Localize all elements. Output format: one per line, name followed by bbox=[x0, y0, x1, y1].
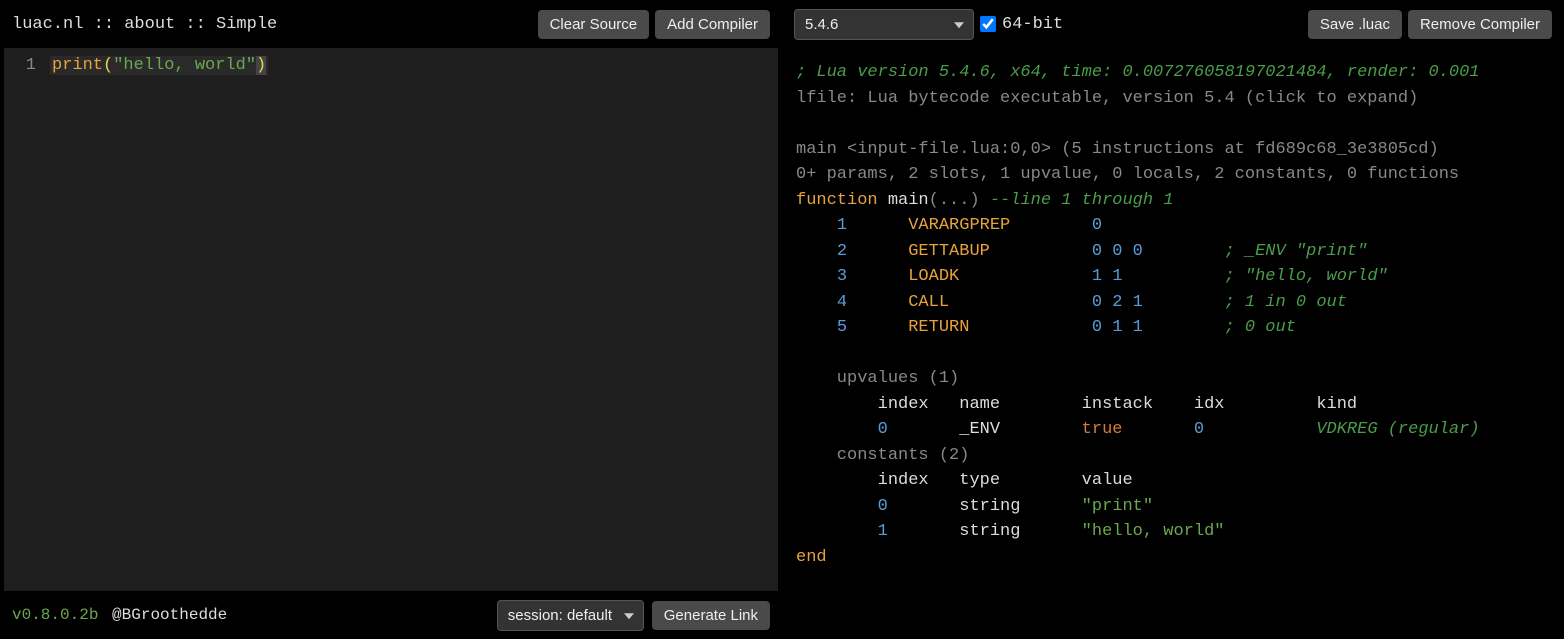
output-meta: ; Lua version 5.4.6, x64, time: 0.007276… bbox=[796, 63, 1480, 82]
version-select[interactable]: 5.4.6 bbox=[794, 9, 974, 40]
token-string: "hello, world" bbox=[113, 56, 256, 75]
upvalues-col-instack: instack bbox=[1082, 395, 1194, 414]
source-footer: v0.8.0.2b @BGroothedde session: default … bbox=[0, 591, 782, 639]
author-link[interactable]: @BGroothedde bbox=[112, 606, 227, 624]
code-editor[interactable]: 1 print("hello, world") bbox=[4, 48, 778, 591]
constant-value: "hello, world" bbox=[1082, 522, 1225, 541]
upvalue-kind: VDKREG (regular) bbox=[1316, 420, 1479, 439]
instruction-number: 5 bbox=[837, 318, 908, 337]
instruction-number: 4 bbox=[837, 293, 908, 312]
app-version: v0.8.0.2b bbox=[12, 606, 98, 624]
clear-source-button[interactable]: Clear Source bbox=[538, 10, 650, 39]
output-lfile: lfile: Lua bytecode executable, version … bbox=[796, 89, 1418, 108]
constant-index: 0 bbox=[878, 497, 960, 516]
bytecode-output[interactable]: ; Lua version 5.4.6, x64, time: 0.007276… bbox=[782, 48, 1564, 639]
instruction-comment: ; 1 in 0 out bbox=[1225, 293, 1347, 312]
remove-compiler-button[interactable]: Remove Compiler bbox=[1408, 10, 1552, 39]
add-compiler-button[interactable]: Add Compiler bbox=[655, 10, 770, 39]
output-main-header: main <input-file.lua:0,0> (5 instruction… bbox=[796, 140, 1439, 159]
instruction-op: LOADK bbox=[908, 267, 1092, 286]
output-main-params: 0+ params, 2 slots, 1 upvalue, 0 locals,… bbox=[796, 165, 1459, 184]
line-number: 1 bbox=[4, 56, 36, 75]
save-luac-button[interactable]: Save .luac bbox=[1308, 10, 1402, 39]
constants-col-type: type bbox=[959, 471, 1081, 490]
upvalue-index: 0 bbox=[878, 420, 960, 439]
constants-col-value: value bbox=[1082, 471, 1133, 490]
instruction-number: 3 bbox=[837, 267, 908, 286]
line-gutter: 1 bbox=[4, 48, 44, 591]
upvalue-name: _ENV bbox=[959, 420, 1081, 439]
token-paren-open: ( bbox=[103, 56, 113, 75]
upvalue-idx: 0 bbox=[1194, 420, 1316, 439]
code-area[interactable]: print("hello, world") bbox=[44, 48, 778, 591]
function-name: main bbox=[888, 191, 929, 210]
source-pane: luac.nl :: about :: Simple Clear Source … bbox=[0, 0, 782, 639]
breadcrumb[interactable]: luac.nl :: about :: Simple bbox=[12, 15, 277, 34]
instruction-comment: ; _ENV "print" bbox=[1225, 242, 1368, 261]
source-header: luac.nl :: about :: Simple Clear Source … bbox=[0, 0, 782, 48]
constant-index: 1 bbox=[878, 522, 960, 541]
instruction-args: 0 bbox=[1092, 216, 1225, 235]
constants-col-index: index bbox=[878, 471, 960, 490]
session-select-wrap[interactable]: session: default bbox=[497, 600, 644, 631]
arch-label: 64-bit bbox=[1002, 15, 1063, 34]
function-args: (...) bbox=[929, 191, 980, 210]
compiler-pane: 5.4.6 64-bit Save .luac Remove Compiler … bbox=[782, 0, 1564, 639]
instruction-op: GETTABUP bbox=[908, 242, 1092, 261]
session-select[interactable]: session: default bbox=[497, 600, 644, 631]
keyword-end: end bbox=[796, 548, 827, 567]
generate-link-button[interactable]: Generate Link bbox=[652, 601, 770, 630]
upvalue-instack: true bbox=[1082, 420, 1194, 439]
constants-header: constants (2) bbox=[796, 446, 969, 465]
function-comment: --line 1 through 1 bbox=[990, 191, 1174, 210]
instruction-args: 0 2 1 bbox=[1092, 293, 1225, 312]
instruction-op: VARARGPREP bbox=[908, 216, 1092, 235]
token-paren-close: ) bbox=[256, 56, 266, 75]
upvalues-col-index: index bbox=[878, 395, 960, 414]
instruction-op: CALL bbox=[908, 293, 1092, 312]
constant-type: string bbox=[959, 522, 1081, 541]
keyword-function: function bbox=[796, 191, 878, 210]
upvalues-header: upvalues (1) bbox=[796, 369, 959, 388]
instruction-number: 1 bbox=[837, 216, 908, 235]
arch-checkbox[interactable] bbox=[980, 16, 996, 32]
instruction-op: RETURN bbox=[908, 318, 1092, 337]
upvalues-col-name: name bbox=[959, 395, 1081, 414]
instruction-args: 0 1 1 bbox=[1092, 318, 1225, 337]
version-select-wrap[interactable]: 5.4.6 bbox=[794, 9, 974, 40]
instruction-comment: ; 0 out bbox=[1225, 318, 1296, 337]
constant-value: "print" bbox=[1082, 497, 1153, 516]
upvalues-col-idx: idx bbox=[1194, 395, 1316, 414]
instruction-args: 0 0 0 bbox=[1092, 242, 1225, 261]
instruction-comment: ; "hello, world" bbox=[1225, 267, 1388, 286]
token-function: print bbox=[52, 56, 103, 75]
compiler-header: 5.4.6 64-bit Save .luac Remove Compiler bbox=[782, 0, 1564, 48]
upvalues-col-kind: kind bbox=[1316, 395, 1357, 414]
constant-type: string bbox=[959, 497, 1081, 516]
instruction-number: 2 bbox=[837, 242, 908, 261]
instruction-args: 1 1 bbox=[1092, 267, 1225, 286]
